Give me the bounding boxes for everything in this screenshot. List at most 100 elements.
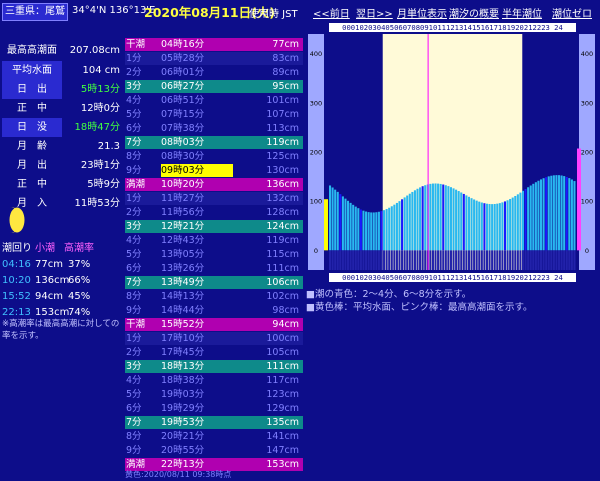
tide-bar: [455, 189, 458, 251]
tide-bar: [557, 175, 561, 251]
tide-bar: [545, 177, 548, 251]
table-cell-height: 119cm: [266, 235, 299, 246]
table-row: 5分 13時05分 115cm: [125, 248, 303, 261]
tide-bar-base: [552, 250, 555, 270]
table-cell-time: 12時21分: [161, 221, 205, 232]
table-cell-height: 100cm: [266, 333, 299, 344]
tide-bar-base: [401, 250, 404, 270]
y-tick-label: 200: [310, 149, 322, 157]
tide-summary-time: 15:52: [2, 291, 31, 302]
tide-bar-base: [377, 250, 380, 270]
table-cell-height: 101cm: [266, 95, 299, 106]
zero-level-link[interactable]: 潮位ゼロ: [552, 5, 592, 20]
tide-bar-base: [447, 250, 450, 270]
tide-bar-base: [388, 250, 391, 270]
tide-bar-base: [359, 250, 362, 270]
tide-bar-base: [352, 250, 355, 270]
table-row: 7分 13時49分 106cm: [125, 276, 303, 289]
table-row: 2分 06時01分 89cm: [125, 66, 303, 79]
next-day-link[interactable]: 翌日>>: [356, 5, 393, 20]
tide-bar-base: [524, 250, 527, 270]
table-cell-label: 1分: [126, 333, 142, 344]
half-year-link[interactable]: 半年潮位: [502, 5, 542, 20]
table-row: 6分 07時38分 113cm: [125, 122, 303, 135]
table-row: 9分 14時44分 98cm: [125, 304, 303, 317]
table-cell-time: 20時21分: [161, 431, 205, 442]
tide-bar-base: [413, 250, 416, 270]
table-row: 1分 17時10分 100cm: [125, 332, 303, 345]
y-tick-label: 0: [314, 247, 318, 255]
y-tick-label: 100: [581, 198, 593, 206]
table-cell-height: 115cm: [266, 249, 299, 260]
hour-labels-bottom: 0001020304050607080910111213141516171819…: [342, 273, 563, 282]
tide-bar: [421, 186, 424, 251]
info-label: 日 没: [2, 118, 62, 137]
table-row: 2分 11時56分 128cm: [125, 206, 303, 219]
tide-overview-link[interactable]: 潮汐の概要: [449, 5, 499, 20]
table-cell-time: 18時13分: [161, 361, 205, 372]
tide-bar-base: [568, 250, 571, 270]
table-cell-height: 117cm: [266, 375, 299, 386]
tide-bar-base: [557, 250, 561, 270]
tide-bar-base: [516, 250, 519, 270]
location-badge[interactable]: 三重県：尾鷲: [2, 3, 68, 21]
tide-bar: [354, 206, 357, 251]
tide-bar-base: [334, 250, 337, 270]
tide-bar-base: [485, 250, 489, 270]
tide-bar: [488, 204, 491, 251]
table-cell-label: 4分: [126, 375, 142, 386]
table-cell-time: 08時30分: [161, 151, 205, 162]
tide-bar-base: [573, 250, 576, 270]
tide-bar-base: [357, 250, 360, 270]
table-cell-time: 07時15分: [161, 109, 205, 120]
table-row: 4分 18時38分 117cm: [125, 374, 303, 387]
table-cell-height: 123cm: [266, 389, 299, 400]
tide-bar: [444, 185, 447, 251]
tide-bar: [565, 176, 568, 251]
tide-bar-base: [529, 250, 532, 270]
tide-bar: [529, 185, 532, 251]
prev-day-link[interactable]: <<前日: [313, 5, 350, 20]
tide-bar: [367, 212, 370, 251]
tide-bar: [521, 190, 525, 251]
table-row: 5分 19時03分 123cm: [125, 388, 303, 401]
table-row: 6分 19時29分 129cm: [125, 402, 303, 415]
tide-bar: [573, 181, 576, 251]
tide-bar-base: [537, 250, 540, 270]
info-label: 平均水面: [2, 61, 62, 80]
table-cell-label: 6分: [126, 123, 142, 134]
table-cell-height: 83cm: [272, 53, 299, 64]
table-row: 3分 12時21分 124cm: [125, 220, 303, 233]
monthly-view-link[interactable]: 月単位表示: [397, 5, 447, 20]
table-row: 9分 20時55分 147cm: [125, 444, 303, 457]
table-cell-label: 満潮: [126, 179, 146, 190]
y-tick-label: 300: [581, 99, 593, 107]
tide-bar: [493, 204, 496, 251]
info-row: 正 中 12時0分: [2, 99, 120, 118]
table-row: 4分 12時43分 119cm: [125, 234, 303, 247]
table-row: 6分 13時26分 111cm: [125, 262, 303, 275]
tide-bar: [352, 204, 355, 251]
y-tick-label: 100: [310, 198, 322, 206]
table-cell-height: 111cm: [266, 263, 299, 274]
table-cell-time: 13時49分: [161, 277, 205, 288]
info-value: 18時47分: [74, 122, 120, 133]
legend-note-yellow: ■黄色棒：平均水面、ピンク棒：最高高潮面を示す。: [306, 302, 533, 313]
tide-summary-rate: 37%: [68, 259, 91, 270]
tide-bar: [527, 187, 530, 251]
table-cell-label: 3分: [126, 221, 142, 232]
table-cell-time: 05時28分: [161, 53, 205, 64]
table-cell-label: 2分: [126, 207, 142, 218]
tide-bar-base: [365, 250, 368, 270]
table-cell-height: 129cm: [266, 403, 299, 414]
tide-bar-base: [491, 250, 494, 270]
tide-bar-base: [444, 250, 447, 270]
table-cell-time: 18時38分: [161, 375, 205, 386]
tide-bar: [344, 198, 347, 251]
tide-bar-base: [367, 250, 370, 270]
tide-summary-height: 77cm: [35, 259, 63, 270]
table-row: 1分 11時27分 132cm: [125, 192, 303, 205]
tide-summary-rate: 45%: [68, 291, 91, 302]
tide-bar-base: [542, 250, 545, 270]
tide-bar: [406, 195, 409, 251]
